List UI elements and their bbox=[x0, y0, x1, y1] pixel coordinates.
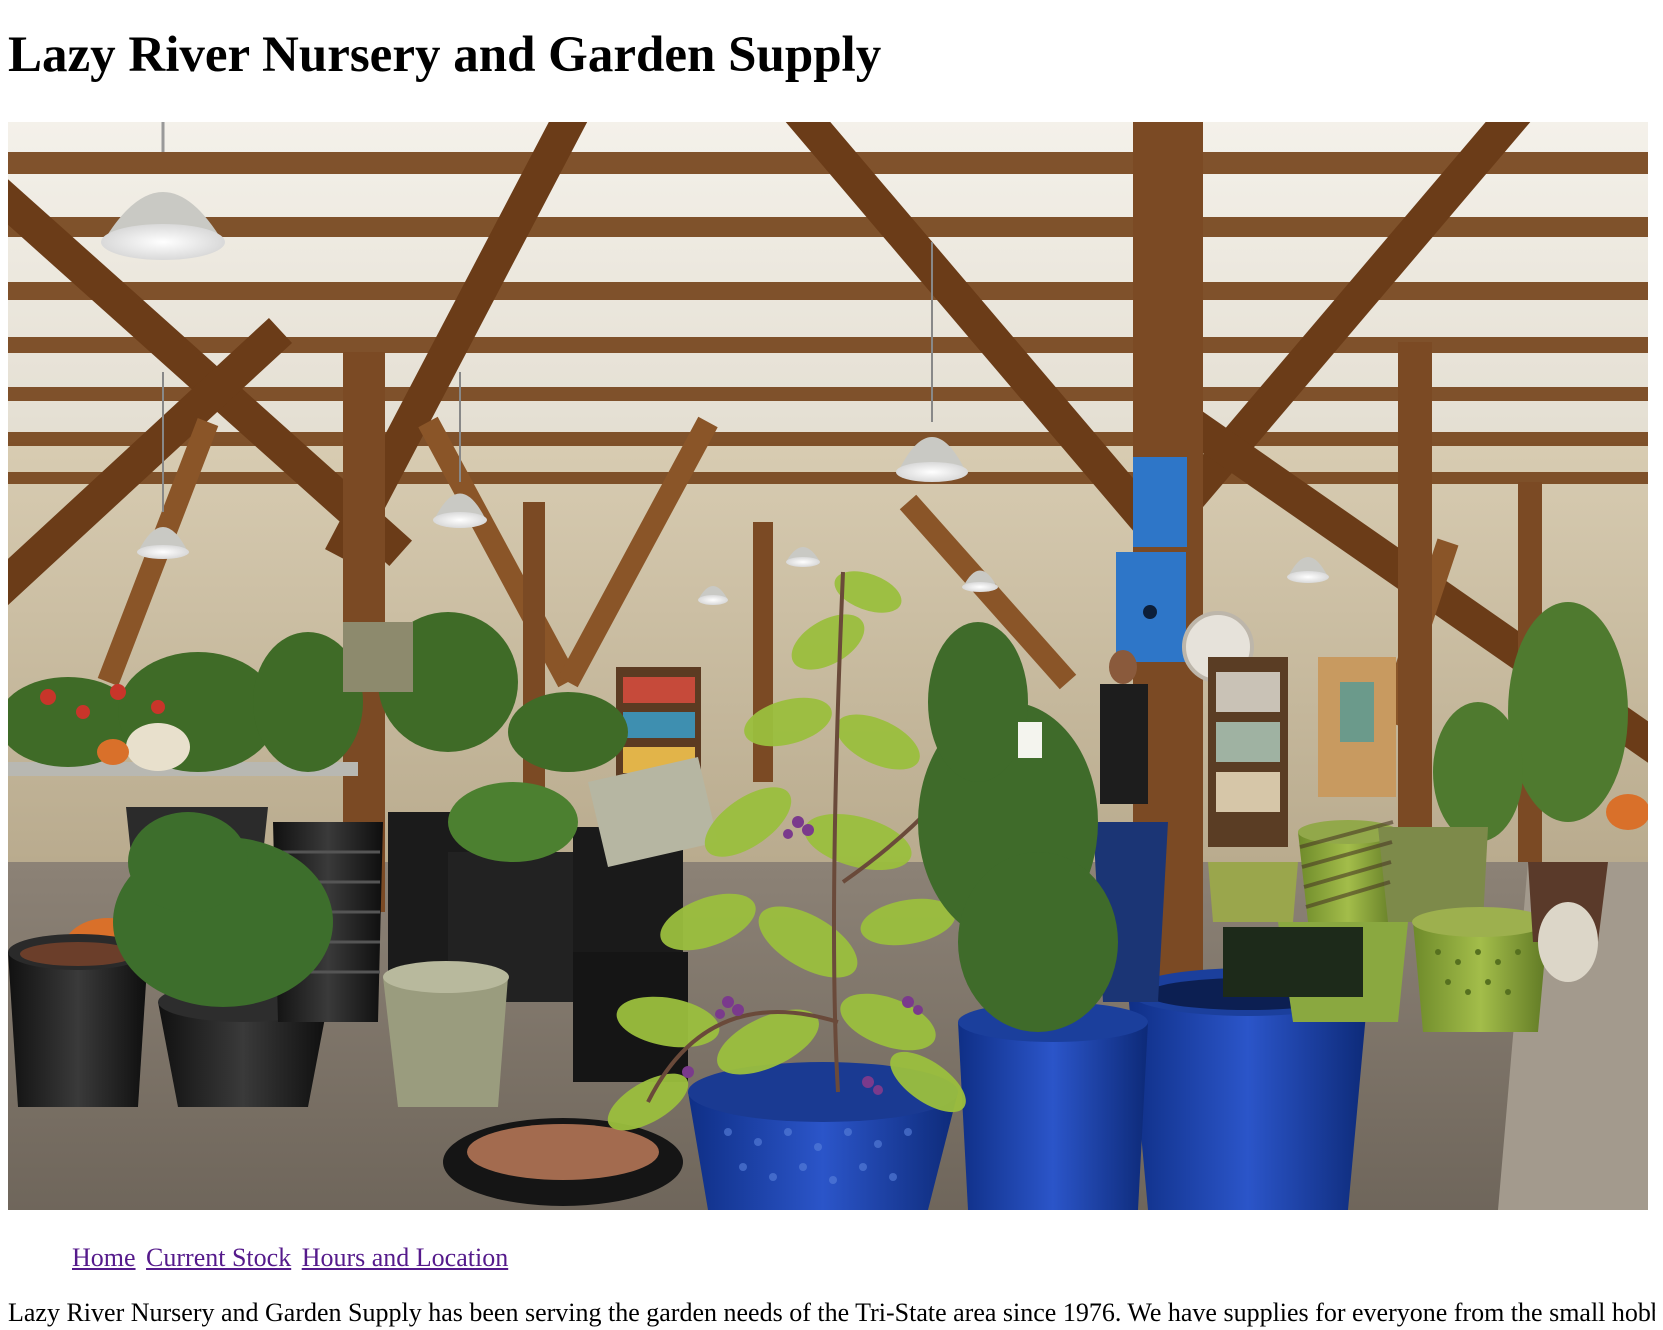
page: Lazy River Nursery and Garden Supply Hom… bbox=[8, 0, 1655, 1330]
nav-link-hours-and-location[interactable]: Hours and Location bbox=[302, 1243, 509, 1272]
main-nav: Home Current Stock Hours and Location bbox=[72, 1242, 512, 1273]
garden-center-photo bbox=[8, 122, 1648, 1210]
nav-link-home[interactable]: Home bbox=[72, 1243, 136, 1272]
nav-link-current-stock[interactable]: Current Stock bbox=[146, 1243, 291, 1272]
page-title: Lazy River Nursery and Garden Supply bbox=[8, 27, 882, 83]
intro-paragraph: Lazy River Nursery and Garden Supply has… bbox=[8, 1298, 1655, 1327]
hero-image bbox=[8, 122, 1648, 1210]
